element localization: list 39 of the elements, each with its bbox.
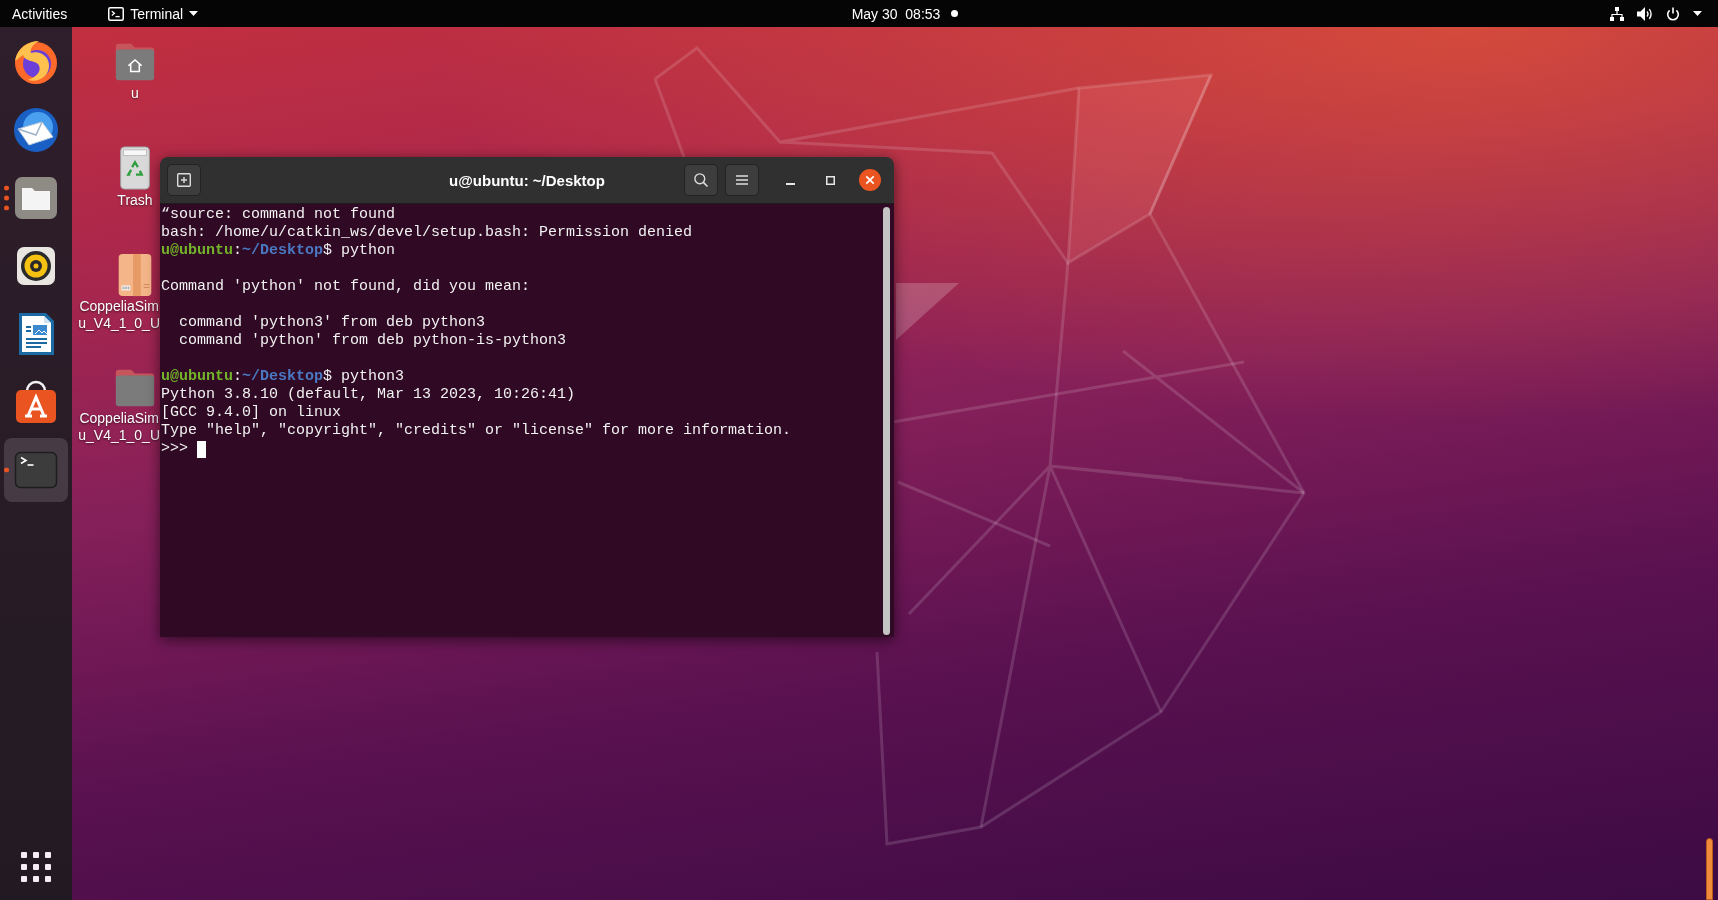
power-icon[interactable] [1666, 6, 1680, 21]
menu-icon [736, 175, 748, 185]
icon-label[interactable]: Trash [117, 192, 153, 209]
terminal-line: Type "help", "copyright", "credits" or "license" for more information. [161, 422, 792, 440]
terminal-line: bash: /home/u/catkin_ws/devel/setup.bash: Permission denied [161, 224, 693, 242]
close-icon[interactable] [859, 169, 881, 191]
network-icon[interactable] [1610, 6, 1624, 21]
prompt-line: u@ubuntu:~/Desktop$ python3 [161, 368, 405, 386]
terminal-line: command 'python3' from deb python3 [178, 314, 486, 332]
icon-label[interactable]: CoppeliaSim u_V4_1_0_U [78, 298, 160, 332]
edge-handle [1706, 838, 1713, 900]
icon-label[interactable]: CoppeliaSim u_V4_1_0_U [78, 410, 160, 444]
repl-prompt: >>> [161, 440, 188, 458]
activities-button[interactable]: Activities [0, 0, 80, 27]
caret-icon [189, 11, 199, 16]
app-grid-icon[interactable] [21, 852, 51, 882]
search-button[interactable] [684, 164, 718, 196]
clock-button[interactable]: May 30 08:53 [851, 0, 959, 27]
terminal-icon [108, 6, 125, 21]
maximize-icon[interactable] [826, 175, 835, 185]
terminal-line: Command 'python' not found, did you mean: [161, 278, 531, 296]
app-menu-button[interactable]: Terminal [100, 0, 207, 27]
scrollbar[interactable] [883, 207, 890, 635]
icon-label[interactable]: u [131, 85, 139, 102]
terminal-line: Python 3.8.10 (default, Mar 13 2023, 10:26:41) [161, 386, 576, 404]
terminal-line: command 'python' from deb python-is-python3 [178, 332, 567, 350]
volume-icon[interactable] [1637, 6, 1653, 21]
prompt-line: u@ubuntu:~/Desktop$ python [161, 242, 396, 260]
terminal-line: “source: command not found [161, 206, 396, 224]
folder-icon [12, 174, 60, 222]
plus-box-icon [177, 173, 191, 187]
window-title: u@ubuntu: ~/Desktop [449, 171, 605, 189]
menu-button[interactable] [725, 164, 759, 196]
terminal-line: [GCC 9.4.0] on linux [161, 404, 342, 422]
search-icon [694, 173, 708, 187]
new-tab-button[interactable] [167, 164, 201, 196]
caret-icon[interactable] [1693, 11, 1702, 16]
envelope-icon [12, 106, 60, 154]
globe-icon [12, 38, 60, 86]
